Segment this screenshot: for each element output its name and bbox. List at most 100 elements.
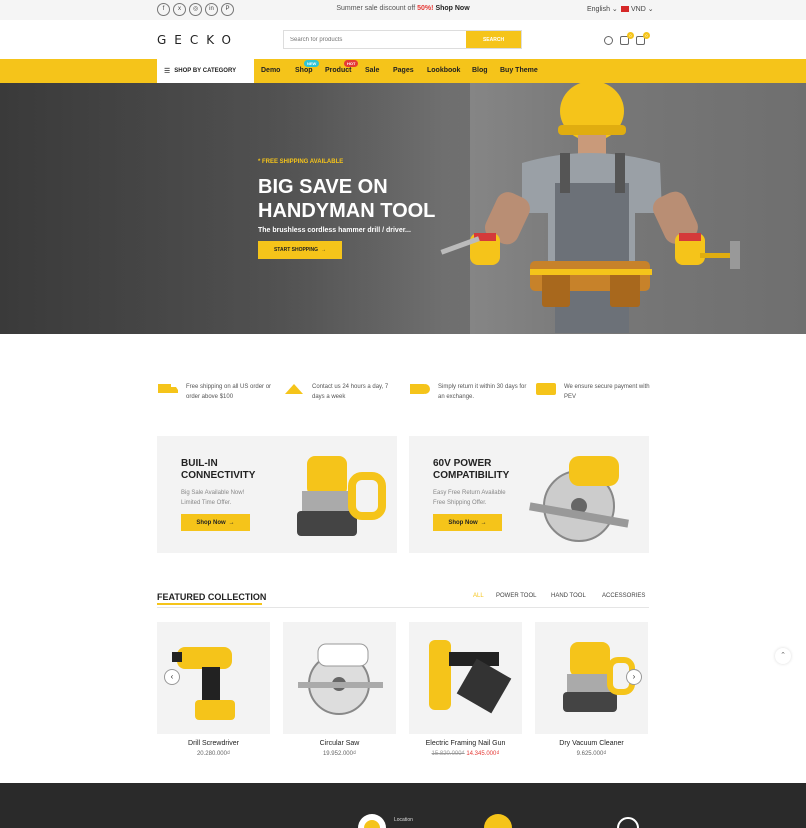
top-bar: f x ◎ in P Summer sale discount off 50%!…: [0, 0, 806, 20]
feature-text: Contact us 24 hours a day, 7 days a week: [312, 384, 389, 400]
search-bar: SEARCH: [283, 30, 522, 49]
nav-item-product[interactable]: Product: [325, 67, 351, 74]
feature-text: Simply return it within 30 days for an e…: [438, 384, 527, 400]
title-underline: [157, 603, 262, 605]
nav-item-demo[interactable]: Demo: [261, 67, 280, 74]
feature-text: We ensure secure payment with PEV: [564, 384, 650, 400]
language-select[interactable]: English ⌄: [587, 5, 618, 13]
nav-item-blog[interactable]: Blog: [472, 67, 488, 74]
carousel-next-button[interactable]: ›: [626, 669, 642, 685]
banner-title-line-1: 60V POWER: [433, 458, 492, 469]
menu-icon: ☰: [164, 68, 171, 75]
tab-hand-tool[interactable]: HAND TOOL: [551, 593, 586, 599]
feature-payment: We ensure secure payment with PEV: [535, 382, 654, 406]
product-card[interactable]: Electric Framing Nail Gun 15.820.000₫ 14…: [409, 622, 522, 757]
product-sale-price: 14.345.000₫: [466, 751, 500, 757]
arrow-right-icon: →: [480, 519, 487, 526]
shop-now-button[interactable]: Shop Now →: [181, 514, 250, 531]
product-name[interactable]: Dry Vacuum Cleaner: [535, 740, 648, 747]
chevron-up-icon: ⌃: [780, 652, 786, 659]
back-to-top-button[interactable]: ⌃: [775, 648, 791, 664]
search-button[interactable]: SEARCH: [466, 31, 521, 48]
return-icon: [410, 384, 430, 394]
product-image[interactable]: [409, 622, 522, 734]
account-icon[interactable]: [604, 36, 613, 45]
shop-now-button[interactable]: Shop Now →: [433, 514, 502, 531]
product-card[interactable]: Dry Vacuum Cleaner 9.625.000₫: [535, 622, 648, 757]
chevron-right-icon: ›: [632, 672, 636, 681]
carousel-prev-button[interactable]: ‹: [164, 669, 180, 685]
router-tool-image: [297, 456, 386, 536]
vietnam-flag-icon: [621, 6, 629, 12]
circular-saw-image: [298, 643, 383, 715]
feature-support: Contact us 24 hours a day, 7 days a week: [283, 382, 402, 406]
banner-title: BUIL-IN CONNECTIVITY: [181, 458, 255, 482]
footer-location-label: Location: [394, 817, 413, 823]
nav-item-pages[interactable]: Pages: [393, 67, 414, 74]
product-image[interactable]: [283, 622, 396, 734]
hero-title: BIG SAVE ON HANDYMAN TOOL: [258, 175, 478, 223]
banner-subtitle-line-1: Easy Free Return Available: [433, 490, 506, 496]
promo-banner-connectivity[interactable]: BUIL-IN CONNECTIVITY Big Sale Available …: [157, 436, 397, 553]
start-shopping-button[interactable]: START SHOPPING →: [258, 241, 342, 259]
hero-label: * FREE SHIPPING AVAILABLE: [258, 159, 344, 165]
shop-by-category-button[interactable]: ☰ SHOP BY CATEGORY: [157, 59, 254, 83]
product-old-price: 15.820.000₫: [431, 751, 465, 757]
arrow-right-icon: →: [228, 519, 235, 526]
product-card[interactable]: Circular Saw 19.952.000₫: [283, 622, 396, 757]
hot-badge: HOT: [344, 60, 359, 67]
truck-icon: [158, 384, 178, 393]
product-price: 20.280.000₫: [196, 751, 231, 757]
nav-item-shop[interactable]: Shop: [295, 67, 313, 74]
banner-subtitle: Easy Free Return Available Free Shipping…: [433, 488, 506, 508]
banner-title-line-1: BUIL-IN: [181, 458, 218, 469]
banner-subtitle-line-1: Big Sale Available Now!: [181, 490, 245, 496]
logo[interactable]: GECKO: [157, 33, 239, 47]
promo-message: Summer sale discount off 50%! Shop Now: [0, 5, 806, 12]
product-price: 9.625.000₫: [576, 751, 607, 757]
feature-text: Free shipping on all US order or order a…: [186, 384, 272, 400]
category-label: SHOP BY CATEGORY: [174, 68, 237, 74]
featured-collection-title: FEATURED COLLECTION: [157, 592, 267, 602]
wishlist-count-badge: 0: [627, 32, 634, 39]
promo-text: Summer sale discount off: [336, 5, 418, 12]
support-icon: [285, 384, 303, 394]
hero-subtitle: The brushless cordless hammer drill / dr…: [258, 227, 411, 234]
product-name[interactable]: Drill Screwdriver: [157, 740, 270, 747]
card-icon: [536, 383, 556, 395]
product-name[interactable]: Circular Saw: [283, 740, 396, 747]
banner-title: 60V POWER COMPATIBILITY: [433, 458, 509, 482]
banner-subtitle: Big Sale Available Now! Limited Time Off…: [181, 488, 244, 508]
footer-section: Location: [0, 783, 806, 828]
tab-accessories[interactable]: ACCESSORIES: [602, 593, 645, 599]
feature-return: Simply return it within 30 days for an e…: [409, 382, 528, 406]
search-input[interactable]: [284, 31, 466, 48]
nav-item-lookbook[interactable]: Lookbook: [427, 67, 460, 74]
product-price: 15.820.000₫ 14.345.000₫: [409, 751, 522, 757]
promo-percent: 50%!: [417, 5, 434, 12]
new-badge: NEW: [304, 60, 320, 67]
start-shopping-label: START SHOPPING: [273, 247, 319, 253]
chevron-left-icon: ‹: [170, 672, 174, 681]
shop-now-label: Shop Now: [196, 519, 226, 526]
main-nav: ☰ SHOP BY CATEGORY Demo Shop NEW Product…: [0, 59, 806, 83]
site-header: GECKO SEARCH 0 0: [0, 20, 806, 59]
nav-item-buy-theme[interactable]: Buy Theme: [500, 67, 538, 74]
nail-gun-image: [429, 640, 512, 714]
product-name[interactable]: Electric Framing Nail Gun: [409, 740, 522, 747]
banner-title-line-2: CONNECTIVITY: [181, 470, 256, 481]
arrow-right-icon: →: [321, 247, 327, 253]
currency-select[interactable]: VND ⌄: [621, 5, 654, 13]
promo-shop-link[interactable]: Shop Now: [435, 5, 469, 12]
product-card[interactable]: Drill Screwdriver 20.280.000₫: [157, 622, 270, 757]
feature-shipping: Free shipping on all US order or order a…: [157, 382, 276, 406]
nav-item-sale[interactable]: Sale: [365, 67, 379, 74]
tab-all[interactable]: ALL: [473, 593, 484, 599]
cart-count-badge: 0: [643, 32, 650, 39]
worker-illustration: [440, 83, 740, 333]
product-price: 19.952.000₫: [322, 751, 357, 757]
tab-power-tool[interactable]: POWER TOOL: [496, 593, 536, 599]
promo-banner-power[interactable]: 60V POWER COMPATIBILITY Easy Free Return…: [409, 436, 649, 553]
hero-title-line-1: BIG SAVE ON: [258, 176, 388, 198]
banner-subtitle-line-2: Limited Time Offer.: [181, 500, 232, 506]
